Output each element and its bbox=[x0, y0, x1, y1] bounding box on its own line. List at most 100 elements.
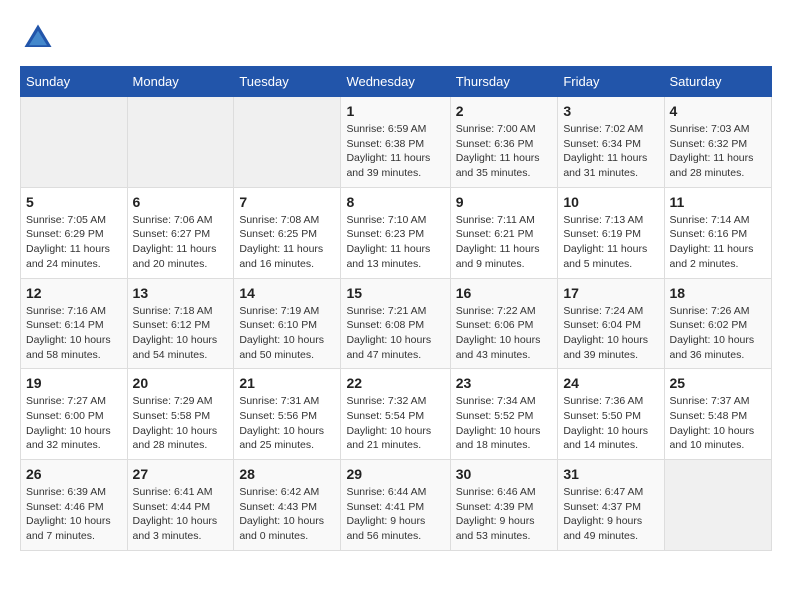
day-info: Sunrise: 7:13 AM Sunset: 6:19 PM Dayligh… bbox=[563, 213, 658, 272]
day-info: Sunrise: 6:39 AM Sunset: 4:46 PM Dayligh… bbox=[26, 485, 122, 544]
day-info: Sunrise: 7:32 AM Sunset: 5:54 PM Dayligh… bbox=[346, 394, 444, 453]
day-number: 11 bbox=[670, 194, 766, 210]
page-header bbox=[20, 20, 772, 56]
calendar-cell: 19Sunrise: 7:27 AM Sunset: 6:00 PM Dayli… bbox=[21, 369, 128, 460]
day-info: Sunrise: 6:46 AM Sunset: 4:39 PM Dayligh… bbox=[456, 485, 553, 544]
day-info: Sunrise: 7:05 AM Sunset: 6:29 PM Dayligh… bbox=[26, 213, 122, 272]
column-header-friday: Friday bbox=[558, 67, 664, 97]
calendar-cell: 10 Sunrise: 7:13 AM Sunset: 6:19 PM Dayli… bbox=[558, 187, 664, 278]
calendar-cell: 25Sunrise: 7:37 AM Sunset: 5:48 PM Dayli… bbox=[664, 369, 771, 460]
day-info: Sunrise: 7:24 AM Sunset: 6:04 PM Dayligh… bbox=[563, 304, 658, 363]
day-info: Sunrise: 7:06 AM Sunset: 6:27 PM Dayligh… bbox=[133, 213, 229, 272]
calendar-cell: 24Sunrise: 7:36 AM Sunset: 5:50 PM Dayli… bbox=[558, 369, 664, 460]
day-number: 13 bbox=[133, 285, 229, 301]
day-info: Sunrise: 7:21 AM Sunset: 6:08 PM Dayligh… bbox=[346, 304, 444, 363]
calendar-cell: 28 Sunrise: 6:42 AM Sunset: 4:43 PM Dayli… bbox=[234, 460, 341, 551]
day-number: 15 bbox=[346, 285, 444, 301]
day-number: 5 bbox=[26, 194, 122, 210]
day-info: Sunrise: 6:42 AM Sunset: 4:43 PM Dayligh… bbox=[239, 485, 335, 544]
day-number: 2 bbox=[456, 103, 553, 119]
day-info: Sunrise: 7:08 AM Sunset: 6:25 PM Dayligh… bbox=[239, 213, 335, 272]
calendar-cell: 2 Sunrise: 7:00 AM Sunset: 6:36 PM Daylig… bbox=[450, 97, 558, 188]
day-number: 16 bbox=[456, 285, 553, 301]
day-info: Sunrise: 7:16 AM Sunset: 6:14 PM Dayligh… bbox=[26, 304, 122, 363]
day-number: 4 bbox=[670, 103, 766, 119]
calendar-cell: 27 Sunrise: 6:41 AM Sunset: 4:44 PM Dayli… bbox=[127, 460, 234, 551]
day-number: 23 bbox=[456, 375, 553, 391]
calendar-cell: 13 Sunrise: 7:18 AM Sunset: 6:12 PM Dayli… bbox=[127, 278, 234, 369]
day-number: 6 bbox=[133, 194, 229, 210]
day-info: Sunrise: 7:14 AM Sunset: 6:16 PM Dayligh… bbox=[670, 213, 766, 272]
column-header-monday: Monday bbox=[127, 67, 234, 97]
logo bbox=[20, 20, 62, 56]
day-number: 25 bbox=[670, 375, 766, 391]
calendar-cell: 7 Sunrise: 7:08 AM Sunset: 6:25 PM Daylig… bbox=[234, 187, 341, 278]
day-number: 12 bbox=[26, 285, 122, 301]
calendar-cell: 22 Sunrise: 7:32 AM Sunset: 5:54 PM Dayli… bbox=[341, 369, 450, 460]
calendar-table: SundayMondayTuesdayWednesdayThursdayFrid… bbox=[20, 66, 772, 551]
calendar-cell: 31 Sunrise: 6:47 AM Sunset: 4:37 PM Dayli… bbox=[558, 460, 664, 551]
calendar-cell bbox=[127, 97, 234, 188]
calendar-cell: 23 Sunrise: 7:34 AM Sunset: 5:52 PM Dayli… bbox=[450, 369, 558, 460]
day-info: Sunrise: 7:19 AM Sunset: 6:10 PM Dayligh… bbox=[239, 304, 335, 363]
day-number: 31 bbox=[563, 466, 658, 482]
calendar-cell: 16 Sunrise: 7:22 AM Sunset: 6:06 PM Dayli… bbox=[450, 278, 558, 369]
day-number: 21 bbox=[239, 375, 335, 391]
day-number: 27 bbox=[133, 466, 229, 482]
day-info: Sunrise: 6:44 AM Sunset: 4:41 PM Dayligh… bbox=[346, 485, 444, 544]
day-number: 26 bbox=[26, 466, 122, 482]
calendar-cell bbox=[234, 97, 341, 188]
day-info: Sunrise: 7:02 AM Sunset: 6:34 PM Dayligh… bbox=[563, 122, 658, 181]
day-number: 19 bbox=[26, 375, 122, 391]
calendar-cell: 15 Sunrise: 7:21 AM Sunset: 6:08 PM Dayli… bbox=[341, 278, 450, 369]
day-info: Sunrise: 6:41 AM Sunset: 4:44 PM Dayligh… bbox=[133, 485, 229, 544]
day-info: Sunrise: 7:10 AM Sunset: 6:23 PM Dayligh… bbox=[346, 213, 444, 272]
day-info: Sunrise: 7:00 AM Sunset: 6:36 PM Dayligh… bbox=[456, 122, 553, 181]
day-number: 7 bbox=[239, 194, 335, 210]
calendar-week-row: 5 Sunrise: 7:05 AM Sunset: 6:29 PM Daylig… bbox=[21, 187, 772, 278]
day-number: 14 bbox=[239, 285, 335, 301]
day-number: 24 bbox=[563, 375, 658, 391]
calendar-cell: 12 Sunrise: 7:16 AM Sunset: 6:14 PM Dayli… bbox=[21, 278, 128, 369]
calendar-week-row: 19Sunrise: 7:27 AM Sunset: 6:00 PM Dayli… bbox=[21, 369, 772, 460]
day-info: Sunrise: 7:22 AM Sunset: 6:06 PM Dayligh… bbox=[456, 304, 553, 363]
column-header-saturday: Saturday bbox=[664, 67, 771, 97]
day-info: Sunrise: 6:47 AM Sunset: 4:37 PM Dayligh… bbox=[563, 485, 658, 544]
calendar-cell bbox=[664, 460, 771, 551]
column-header-thursday: Thursday bbox=[450, 67, 558, 97]
day-number: 1 bbox=[346, 103, 444, 119]
calendar-cell: 14 Sunrise: 7:19 AM Sunset: 6:10 PM Dayli… bbox=[234, 278, 341, 369]
calendar-cell: 9Sunrise: 7:11 AM Sunset: 6:21 PM Daylig… bbox=[450, 187, 558, 278]
calendar-cell: 5 Sunrise: 7:05 AM Sunset: 6:29 PM Daylig… bbox=[21, 187, 128, 278]
calendar-cell: 17 Sunrise: 7:24 AM Sunset: 6:04 PM Dayli… bbox=[558, 278, 664, 369]
calendar-cell: 11 Sunrise: 7:14 AM Sunset: 6:16 PM Dayli… bbox=[664, 187, 771, 278]
day-info: Sunrise: 7:18 AM Sunset: 6:12 PM Dayligh… bbox=[133, 304, 229, 363]
calendar-cell: 21 Sunrise: 7:31 AM Sunset: 5:56 PM Dayli… bbox=[234, 369, 341, 460]
day-number: 22 bbox=[346, 375, 444, 391]
day-number: 10 bbox=[563, 194, 658, 210]
day-info: Sunrise: 7:34 AM Sunset: 5:52 PM Dayligh… bbox=[456, 394, 553, 453]
day-info: Sunrise: 7:11 AM Sunset: 6:21 PM Dayligh… bbox=[456, 213, 553, 272]
day-number: 28 bbox=[239, 466, 335, 482]
day-info: Sunrise: 7:03 AM Sunset: 6:32 PM Dayligh… bbox=[670, 122, 766, 181]
column-header-tuesday: Tuesday bbox=[234, 67, 341, 97]
column-header-wednesday: Wednesday bbox=[341, 67, 450, 97]
calendar-header-row: SundayMondayTuesdayWednesdayThursdayFrid… bbox=[21, 67, 772, 97]
day-number: 30 bbox=[456, 466, 553, 482]
calendar-cell: 20Sunrise: 7:29 AM Sunset: 5:58 PM Dayli… bbox=[127, 369, 234, 460]
logo-icon bbox=[20, 20, 56, 56]
day-number: 29 bbox=[346, 466, 444, 482]
calendar-week-row: 26 Sunrise: 6:39 AM Sunset: 4:46 PM Dayli… bbox=[21, 460, 772, 551]
calendar-cell: 30 Sunrise: 6:46 AM Sunset: 4:39 PM Dayli… bbox=[450, 460, 558, 551]
day-number: 17 bbox=[563, 285, 658, 301]
day-info: Sunrise: 7:31 AM Sunset: 5:56 PM Dayligh… bbox=[239, 394, 335, 453]
calendar-week-row: 1Sunrise: 6:59 AM Sunset: 6:38 PM Daylig… bbox=[21, 97, 772, 188]
calendar-cell: 3Sunrise: 7:02 AM Sunset: 6:34 PM Daylig… bbox=[558, 97, 664, 188]
column-header-sunday: Sunday bbox=[21, 67, 128, 97]
day-info: Sunrise: 7:26 AM Sunset: 6:02 PM Dayligh… bbox=[670, 304, 766, 363]
calendar-cell: 4 Sunrise: 7:03 AM Sunset: 6:32 PM Daylig… bbox=[664, 97, 771, 188]
day-number: 8 bbox=[346, 194, 444, 210]
calendar-cell: 1Sunrise: 6:59 AM Sunset: 6:38 PM Daylig… bbox=[341, 97, 450, 188]
day-number: 20 bbox=[133, 375, 229, 391]
calendar-cell: 18Sunrise: 7:26 AM Sunset: 6:02 PM Dayli… bbox=[664, 278, 771, 369]
